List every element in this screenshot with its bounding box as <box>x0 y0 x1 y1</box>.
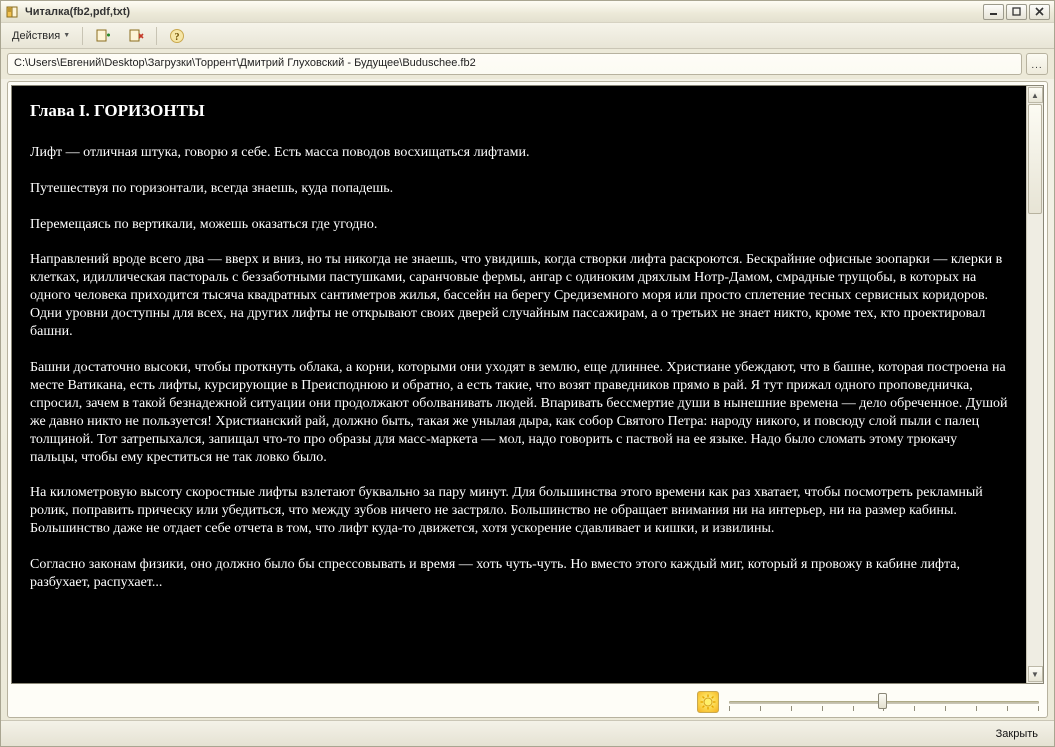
scroll-thumb[interactable] <box>1028 104 1042 214</box>
help-icon: ? <box>169 28 185 44</box>
paragraph: На километровую высоту скоростные лифты … <box>30 484 1008 538</box>
close-button[interactable] <box>1029 4 1050 20</box>
paragraph: Согласно законам физики, оно должно было… <box>30 556 1008 592</box>
svg-text:?: ? <box>175 32 180 43</box>
reader-content[interactable]: Глава I. ГОРИЗОНТЫ Лифт — отличная штука… <box>12 86 1026 683</box>
paragraph: Лифт — отличная штука, говорю я себе. Ес… <box>30 144 1008 162</box>
slider-thumb[interactable] <box>878 693 887 709</box>
reader-bottombar <box>8 687 1047 717</box>
paragraph: Перемещаясь по вертикали, можешь оказать… <box>30 216 1008 234</box>
reader-panel: Глава I. ГОРИЗОНТЫ Лифт — отличная штука… <box>7 81 1048 718</box>
window-title: Читалка(fb2,pdf,txt) <box>25 6 983 18</box>
paragraph: Башни достаточно высоки, чтобы проткнуть… <box>30 359 1008 466</box>
window-controls <box>983 4 1050 20</box>
book-add-button[interactable] <box>88 26 118 46</box>
actions-menu-button[interactable]: Действия ▼ <box>5 26 77 46</box>
paragraph: Путешествуя по горизонтали, всегда знаеш… <box>30 180 1008 198</box>
footer: Закрыть <box>1 720 1054 746</box>
reader-viewport: Глава I. ГОРИЗОНТЫ Лифт — отличная штука… <box>11 85 1044 684</box>
path-input[interactable]: C:\Users\Евгений\Desktop\Загрузки\Торрен… <box>7 53 1022 75</box>
scroll-track[interactable] <box>1027 104 1043 665</box>
actions-label: Действия <box>12 30 60 42</box>
footer-close-button[interactable]: Закрыть <box>988 725 1046 743</box>
chevron-down-icon: ▼ <box>63 32 70 39</box>
maximize-button[interactable] <box>1006 4 1027 20</box>
toolbar: Действия ▼ <box>1 23 1054 49</box>
minimize-button[interactable] <box>983 4 1004 20</box>
pathbar-row: C:\Users\Евгений\Desktop\Загрузки\Торрен… <box>1 49 1054 79</box>
scroll-up-button[interactable]: ▲ <box>1028 87 1043 103</box>
book-remove-button[interactable] <box>121 26 151 46</box>
paragraph: Направлений вроде всего два — вверх и вн… <box>30 251 1008 341</box>
app-icon <box>5 4 21 20</box>
brightness-button[interactable] <box>697 691 719 713</box>
toolbar-separator <box>156 27 157 45</box>
toolbar-separator <box>82 27 83 45</box>
book-remove-icon <box>128 28 144 44</box>
scroll-down-button[interactable]: ▼ <box>1028 666 1043 682</box>
titlebar: Читалка(fb2,pdf,txt) <box>1 1 1054 23</box>
browse-button[interactable]: ... <box>1026 53 1048 75</box>
brightness-slider[interactable] <box>729 691 1039 713</box>
chapter-heading: Глава I. ГОРИЗОНТЫ <box>30 100 1008 122</box>
reader-window: Читалка(fb2,pdf,txt) Действия ▼ <box>0 0 1055 747</box>
vertical-scrollbar[interactable]: ▲ ▼ <box>1026 86 1043 683</box>
help-button[interactable]: ? <box>162 26 192 46</box>
book-add-icon <box>95 28 111 44</box>
sun-icon <box>700 694 716 710</box>
